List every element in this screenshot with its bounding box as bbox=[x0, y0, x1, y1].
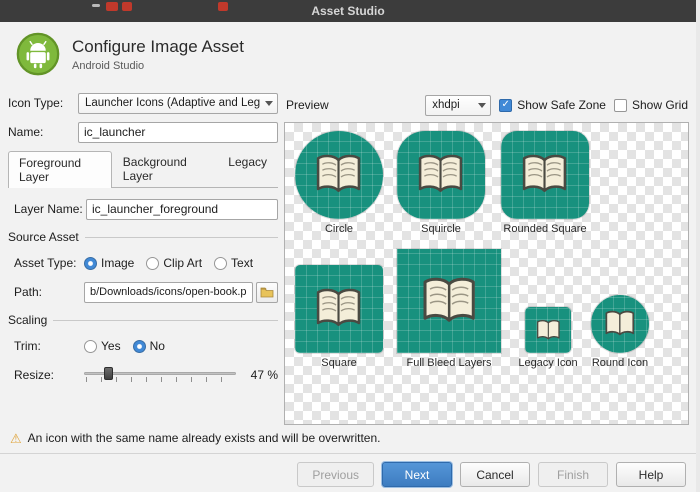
android-studio-logo-icon bbox=[16, 32, 60, 76]
preview-icon-label: Rounded Square bbox=[503, 223, 587, 235]
icon-type-value: Launcher Icons (Adaptive and Legacy) bbox=[85, 97, 260, 109]
preview-icon-label: Round Icon bbox=[591, 357, 649, 369]
preview-icon-legacy bbox=[525, 307, 571, 353]
radio-selected-icon bbox=[84, 256, 97, 270]
layer-name-input[interactable] bbox=[86, 198, 278, 220]
preview-icon-label: Circle bbox=[324, 223, 354, 235]
icon-type-label: Icon Type: bbox=[8, 96, 64, 110]
dialog-title: Asset Studio bbox=[311, 4, 385, 18]
open-book-icon bbox=[317, 289, 361, 327]
layer-tabs: Foreground Layer Background Layer Legacy bbox=[8, 150, 278, 188]
folder-icon bbox=[260, 287, 274, 297]
browse-folder-button[interactable] bbox=[256, 281, 278, 303]
name-label: Name: bbox=[8, 125, 44, 139]
density-select[interactable]: xhdpi bbox=[425, 94, 492, 116]
help-button[interactable]: Help bbox=[616, 462, 686, 487]
open-book-icon bbox=[605, 310, 635, 336]
previous-button[interactable]: Previous bbox=[297, 462, 374, 487]
open-book-icon bbox=[523, 155, 567, 193]
chevron-down-icon bbox=[478, 102, 487, 108]
background-window-fragment bbox=[122, 2, 132, 11]
checkbox-unchecked-icon bbox=[613, 98, 627, 112]
warning-icon: ⚠ bbox=[10, 430, 22, 446]
preview-icon-round bbox=[591, 295, 649, 353]
tab-foreground-layer[interactable]: Foreground Layer bbox=[8, 151, 112, 188]
path-input[interactable] bbox=[84, 281, 253, 303]
preview-icon-label: Legacy Icon bbox=[518, 357, 578, 369]
background-window-fragment bbox=[106, 2, 118, 11]
preview-label: Preview bbox=[286, 98, 329, 112]
cancel-button[interactable]: Cancel bbox=[460, 462, 530, 487]
open-book-icon bbox=[419, 155, 463, 193]
resize-label: Resize: bbox=[14, 368, 55, 382]
open-book-icon bbox=[317, 155, 361, 193]
source-asset-section: Source Asset bbox=[8, 230, 278, 244]
page-title: Configure Image Asset bbox=[72, 36, 244, 56]
scaling-section: Scaling bbox=[8, 313, 278, 327]
preview-icon-squircle bbox=[397, 131, 485, 219]
preview-icon-square bbox=[295, 265, 383, 353]
dialog-titlebar: Asset Studio bbox=[0, 0, 696, 22]
slider-thumb[interactable] bbox=[103, 367, 113, 380]
path-label: Path: bbox=[14, 285, 43, 299]
preview-panel: Preview xhdpi ✓ Show Safe Zone Show Grid bbox=[284, 92, 690, 425]
asset-type-clipart-radio[interactable]: Clip Art bbox=[146, 256, 202, 270]
chevron-down-icon bbox=[265, 100, 273, 106]
icon-type-select[interactable]: Launcher Icons (Adaptive and Legacy) bbox=[78, 92, 278, 114]
asset-type-text-radio[interactable]: Text bbox=[214, 256, 253, 270]
asset-type-image-radio[interactable]: Image bbox=[84, 256, 134, 270]
preview-icon-label: Square bbox=[321, 357, 357, 369]
radio-selected-icon bbox=[132, 339, 146, 353]
checkbox-checked-icon: ✓ bbox=[499, 98, 513, 112]
density-value: xhdpi bbox=[432, 99, 460, 111]
tab-legacy[interactable]: Legacy bbox=[217, 150, 278, 187]
preview-icon-circle bbox=[295, 131, 383, 219]
radio-icon bbox=[84, 339, 97, 353]
show-safe-zone-checkbox[interactable]: ✓ Show Safe Zone bbox=[499, 98, 606, 112]
show-grid-checkbox[interactable]: Show Grid bbox=[613, 98, 688, 112]
form-panel: Icon Type: Launcher Icons (Adaptive and … bbox=[8, 92, 284, 425]
preview-icon-rounded-square bbox=[501, 131, 589, 219]
trim-yes-radio[interactable]: Yes bbox=[84, 339, 121, 353]
wizard-header: Configure Image Asset Android Studio bbox=[0, 22, 696, 86]
layer-name-label: Layer Name: bbox=[14, 202, 83, 216]
preview-icon-full-bleed bbox=[397, 249, 501, 353]
background-window-fragment bbox=[92, 4, 100, 7]
page-subtitle: Android Studio bbox=[72, 59, 145, 72]
trim-label: Trim: bbox=[14, 339, 41, 353]
finish-button[interactable]: Finish bbox=[538, 462, 608, 487]
name-input[interactable] bbox=[78, 121, 278, 143]
preview-icon-label: Squircle bbox=[421, 223, 461, 235]
open-book-icon bbox=[423, 277, 475, 322]
resize-value: 47 % bbox=[250, 368, 278, 382]
asset-type-label: Asset Type: bbox=[14, 256, 77, 270]
warning-message: An icon with the same name already exist… bbox=[27, 431, 381, 445]
tab-background-layer[interactable]: Background Layer bbox=[112, 150, 218, 187]
preview-icon-label: Full Bleed Layers bbox=[406, 357, 492, 369]
trim-no-radio[interactable]: No bbox=[132, 339, 165, 353]
open-book-icon bbox=[536, 319, 560, 340]
radio-icon bbox=[146, 256, 160, 270]
radio-icon bbox=[214, 256, 228, 270]
background-window-fragment bbox=[218, 2, 228, 11]
next-button[interactable]: Next bbox=[382, 462, 452, 487]
preview-canvas: Circle Squircle Rounded Square Square Fu… bbox=[284, 122, 689, 425]
resize-slider[interactable] bbox=[84, 366, 236, 384]
